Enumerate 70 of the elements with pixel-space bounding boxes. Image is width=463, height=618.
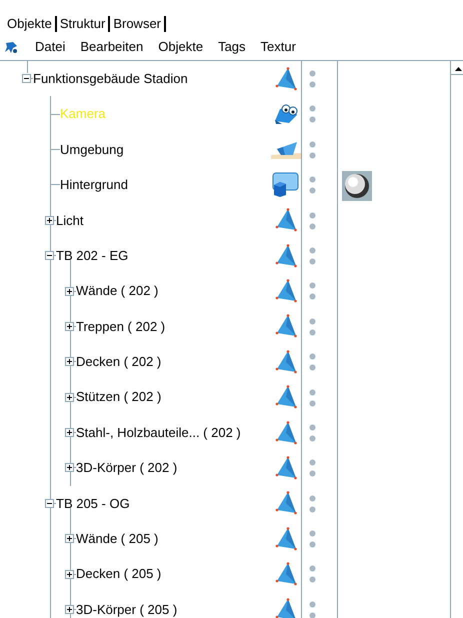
up-arrow-icon [454,66,462,70]
pyramid-icon [274,244,296,268]
background-icon [272,172,299,198]
menu-item[interactable]: Textur [260,37,296,57]
pyramid-icon [274,598,296,618]
menu-item[interactable]: Datei [35,37,66,57]
pyramid-icon [274,66,296,91]
expand-icon[interactable] [45,216,54,225]
menu-item[interactable]: Bearbeiten [80,37,144,57]
tab[interactable]: Browser [110,16,166,32]
expand-icon[interactable] [65,392,74,402]
tree-item-label[interactable]: TB 202 - EG [56,246,128,266]
expand-icon[interactable] [65,463,74,472]
tree-item-label[interactable]: TB 205 - OG [56,494,130,514]
expand-icon[interactable] [65,605,74,614]
pyramid-icon [274,314,296,338]
pyramid-icon [274,279,296,304]
pyramid-icon [274,208,296,232]
visibility-dots-icon[interactable] [309,459,316,478]
collapse-icon[interactable] [22,74,31,84]
visibility-dots-icon[interactable] [309,530,316,548]
environment-icon [270,139,300,160]
tree-item-label[interactable]: Stahl-, Holzbauteile... ( 202 ) [76,422,241,442]
visibility-dots-icon[interactable] [309,600,316,618]
visibility-dots-icon[interactable] [309,318,316,336]
visibility-dots-icon[interactable] [309,353,316,372]
pyramid-icon [274,385,296,410]
expand-icon[interactable] [65,286,74,296]
pyramid-icon [274,350,296,374]
pyramid-icon [274,562,296,586]
tree-item-label[interactable]: 3D-Körper ( 202 ) [76,458,178,478]
visibility-dots-icon[interactable] [309,140,316,159]
menu-item[interactable]: Tags [218,37,246,57]
visibility-dots-icon[interactable] [309,424,316,442]
menu-item[interactable]: Objekte [158,37,204,57]
pyramid-icon [274,420,296,445]
expand-icon[interactable] [65,570,74,579]
tree-item-label[interactable]: Treppen ( 202 ) [76,316,166,336]
visibility-dots-icon[interactable] [309,212,316,230]
camera-icon [272,103,298,126]
expand-icon[interactable] [65,357,74,366]
visibility-dots-icon[interactable] [309,388,316,407]
tree-item-label[interactable]: Decken ( 202 ) [76,352,162,372]
pyramid-icon [274,456,296,480]
expand-icon[interactable] [65,534,74,544]
tree-item-label[interactable]: Stützen ( 202 ) [76,387,162,407]
pyramid-icon [274,526,296,551]
visibility-dots-icon[interactable] [309,494,316,513]
tree-item-label[interactable]: Decken ( 205 ) [76,564,162,584]
pin-icon[interactable] [4,40,20,54]
tree-item-label[interactable]: Umgebung [60,140,124,160]
tree-item-label[interactable]: Funktionsgebäude Stadion [33,68,188,88]
tree-item-label[interactable]: Wände ( 205 ) [76,529,158,549]
tree-item-label[interactable]: Wände ( 202 ) [76,281,158,301]
expand-icon[interactable] [65,428,74,438]
collapse-icon[interactable] [45,251,54,260]
pyramid-icon [274,491,296,516]
visibility-dots-icon[interactable] [309,105,316,124]
tab[interactable]: Struktur [56,16,110,32]
tab[interactable]: Objekte [4,16,57,32]
visibility-dots-icon[interactable] [309,70,316,88]
visibility-dots-icon[interactable] [309,176,316,194]
visibility-dots-icon[interactable] [309,282,316,300]
collapse-icon[interactable] [45,498,54,508]
tree-item-label[interactable]: Licht [56,210,84,230]
tree-item-label[interactable]: 3D-Körper ( 205 ) [76,600,178,618]
tree-item-label[interactable]: Hintergrund [60,175,128,195]
visibility-dots-icon[interactable] [309,565,316,584]
expand-icon[interactable] [65,322,74,331]
visibility-dots-icon[interactable] [309,246,316,265]
